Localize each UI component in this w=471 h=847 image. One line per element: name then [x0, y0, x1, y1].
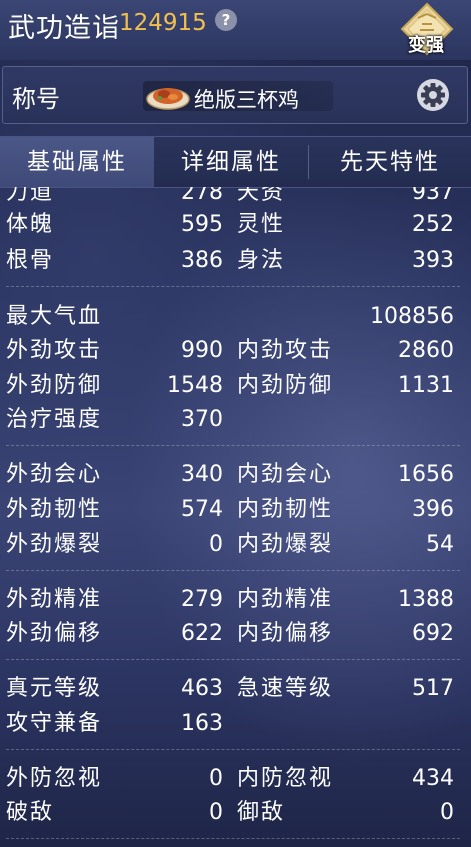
stat-label: 御敌: [237, 800, 286, 825]
stat-label: 外劲精准: [6, 587, 103, 612]
section-divider: [6, 659, 460, 660]
stat-value: 108856: [370, 304, 454, 329]
stat-label: 真元等级: [6, 676, 103, 701]
stat-value: 370: [181, 407, 223, 432]
stat-value: 463: [181, 676, 223, 701]
stat-row: 破敌 0 御敌 0: [0, 795, 471, 830]
stat-row: 外劲韧性 574 内劲韧性 396: [0, 492, 471, 527]
help-icon[interactable]: ?: [215, 9, 237, 31]
stat-value: 0: [440, 800, 454, 825]
stats-list[interactable]: 力道 278 天资 937 体魄 595 灵性 252 根骨 386 身法 39…: [0, 187, 471, 847]
stat-row: 外劲爆裂 0 内劲爆裂 54: [0, 527, 471, 562]
stat-value: 163: [181, 711, 223, 736]
stat-row: 外劲偏移 622 内劲偏移 692: [0, 616, 471, 651]
stat-value: 990: [181, 338, 223, 363]
stat-value: 622: [181, 621, 223, 646]
stat-label: 外防忽视: [6, 766, 103, 791]
stat-label: 破敌: [6, 800, 55, 825]
food-plate-icon: [146, 88, 190, 110]
stat-value: 0: [209, 800, 223, 825]
stat-label: 内劲防御: [237, 373, 334, 398]
stat-row: 外劲防御 1548 内劲防御 1131: [0, 368, 471, 403]
mastery-label: 武功造诣: [8, 13, 120, 44]
stat-value: 1131: [398, 373, 454, 398]
stat-label: 最大气血: [6, 304, 103, 329]
stat-value: 1656: [398, 462, 454, 487]
header-bar: 武功造诣 124915 ? 变强: [0, 0, 471, 60]
stat-row: 外劲精准 279 内劲精准 1388: [0, 582, 471, 617]
stat-label: 急速等级: [237, 676, 334, 701]
stat-row: 最大气血 108856: [0, 299, 471, 334]
section-divider: [6, 286, 460, 287]
tab-innate-traits[interactable]: 先天特性: [309, 137, 471, 187]
tab-basic-attributes[interactable]: 基础属性: [0, 137, 154, 187]
section-divider: [6, 445, 460, 446]
stat-label: 治疗强度: [6, 407, 103, 432]
upgrade-label[interactable]: 变强: [408, 31, 444, 57]
tab-detailed-attributes[interactable]: 详细属性: [154, 137, 308, 187]
stat-value: 0: [209, 532, 223, 557]
stat-value: 2860: [398, 338, 454, 363]
stat-value: 595: [181, 212, 223, 237]
stat-value: 517: [412, 676, 454, 701]
mastery-value: 124915: [119, 10, 207, 36]
stat-row: 根骨 386 身法 393: [0, 243, 471, 278]
stat-label: 外劲偏移: [6, 621, 103, 646]
stat-label: 内劲爆裂: [237, 532, 334, 557]
gear-icon[interactable]: [416, 78, 450, 112]
stat-label: 内防忽视: [237, 766, 334, 791]
title-label: 称号: [12, 85, 60, 113]
stat-value: 574: [181, 497, 223, 522]
stat-row: 真元等级 463 急速等级 517: [0, 671, 471, 706]
title-bar: 称号 绝版三杯鸡: [2, 66, 468, 124]
stat-value: 1548: [167, 373, 223, 398]
stat-value: 393: [412, 248, 454, 273]
stat-label: 内劲偏移: [237, 621, 334, 646]
stat-label: 外劲攻击: [6, 338, 103, 363]
section-divider: [6, 570, 460, 571]
stat-row: 外劲攻击 990 内劲攻击 2860: [0, 333, 471, 368]
stat-value: 692: [412, 621, 454, 646]
stat-value: 1388: [398, 587, 454, 612]
stat-label: 内劲精准: [237, 587, 334, 612]
stat-value: 340: [181, 462, 223, 487]
stat-label: 外劲韧性: [6, 497, 103, 522]
stat-row: 外劲会心 340 内劲会心 1656: [0, 457, 471, 492]
stat-label: 外劲爆裂: [6, 532, 103, 557]
stat-row: 外防忽视 0 内防忽视 434: [0, 761, 471, 796]
stat-value: 252: [412, 212, 454, 237]
stat-label: 身法: [237, 248, 286, 273]
stat-value: 396: [412, 497, 454, 522]
stat-label: 外劲防御: [6, 373, 103, 398]
tab-bar: 基础属性 详细属性 先天特性: [0, 136, 471, 188]
stat-value: 386: [181, 248, 223, 273]
section-divider: [6, 838, 460, 839]
stat-label: 灵性: [237, 212, 286, 237]
stat-value: 434: [412, 766, 454, 791]
stat-label: 内劲韧性: [237, 497, 334, 522]
stat-row: 治疗强度 370: [0, 402, 471, 437]
stat-label: 攻守兼备: [6, 711, 103, 736]
title-name: 绝版三杯鸡: [194, 88, 299, 112]
stat-value: 279: [181, 587, 223, 612]
stat-label: 内劲会心: [237, 462, 334, 487]
stat-label: 内劲攻击: [237, 338, 334, 363]
section-divider: [6, 749, 460, 750]
stat-value: 0: [209, 766, 223, 791]
stat-row: 攻守兼备 163: [0, 706, 471, 741]
stat-label: 外劲会心: [6, 462, 103, 487]
stat-label: 根骨: [6, 248, 55, 273]
stat-label: 体魄: [6, 212, 55, 237]
stat-row: 体魄 595 灵性 252: [0, 207, 471, 242]
stat-value: 54: [426, 532, 454, 557]
